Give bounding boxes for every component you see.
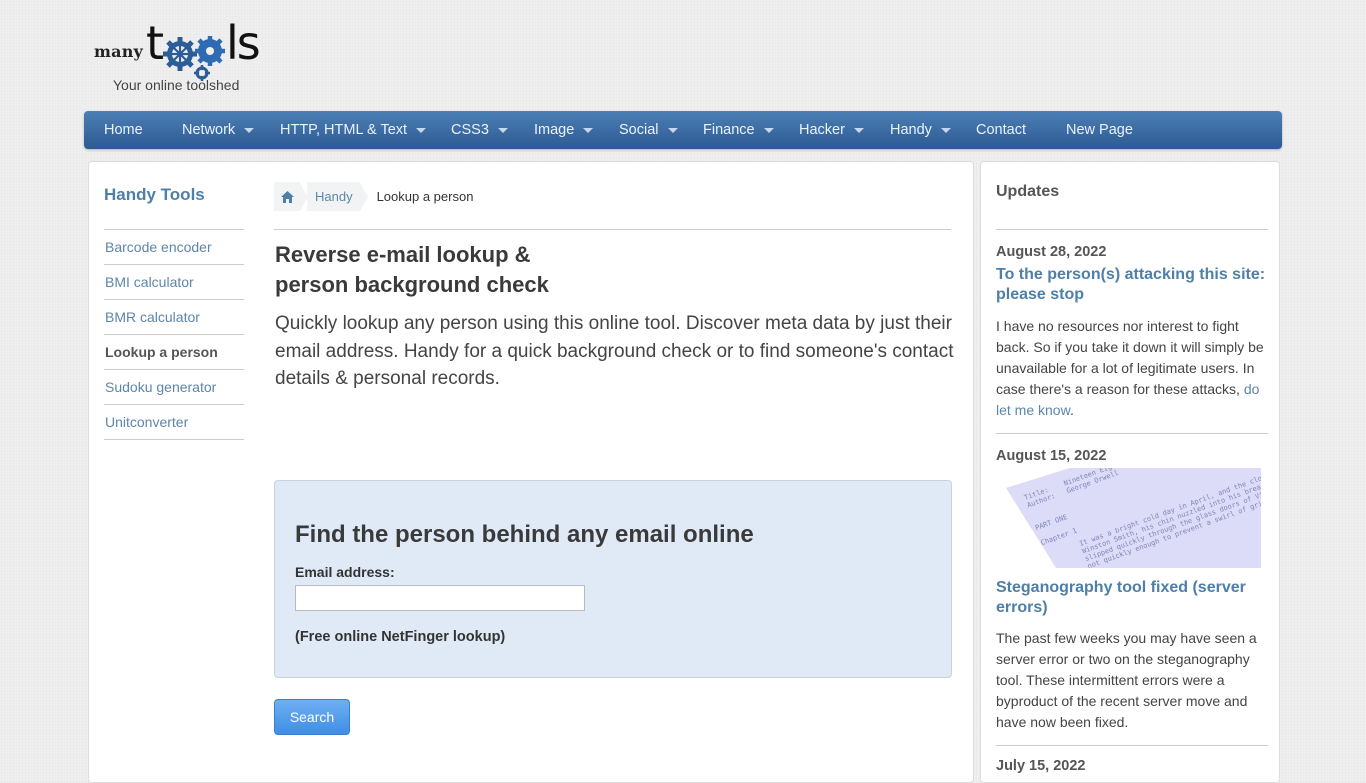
breadcrumb: Handy Lookup a person — [274, 182, 473, 211]
email-label: Email address: — [295, 564, 395, 580]
sidebar-menu: Barcode encoder BMI calculator BMR calcu… — [104, 229, 244, 440]
nav-handy-label: Handy — [890, 122, 932, 138]
caret-down-icon — [244, 127, 255, 133]
page-title: Reverse e-mail lookup & person backgroun… — [275, 240, 549, 300]
sidebar-title: Handy Tools — [104, 185, 205, 204]
nav-contact-label: Contact — [976, 122, 1026, 138]
nav-contact[interactable]: Contact — [976, 111, 1026, 149]
nav-home-label: Home — [104, 122, 143, 138]
lookup-form-box: Find the person behind any email online … — [274, 480, 952, 678]
nav-http-html-text-label: HTTP, HTML & Text — [280, 122, 408, 138]
divider — [996, 745, 1268, 746]
nav-network-label: Network — [182, 122, 236, 138]
post-body: The past few weeks you may have seen a s… — [996, 630, 1257, 730]
caret-down-icon — [667, 127, 678, 133]
post-date: August 28, 2022 — [996, 244, 1107, 260]
breadcrumb-home[interactable] — [274, 182, 300, 211]
nav-network[interactable]: Network — [182, 111, 255, 149]
divider — [996, 229, 1268, 230]
nav-finance[interactable]: Finance — [703, 111, 774, 149]
caret-down-icon — [416, 127, 427, 133]
post-thumbnail-image[interactable]: Title: Author: Nineteen Eighty-Four Geor… — [996, 468, 1261, 568]
breadcrumb-separator — [300, 182, 308, 211]
search-button[interactable]: Search — [274, 699, 350, 735]
steganography-preview-image: Title: Author: Nineteen Eighty-Four Geor… — [1006, 468, 1261, 568]
nav-social-label: Social — [619, 122, 659, 138]
logo-word-many: many — [94, 42, 144, 61]
caret-down-icon — [763, 127, 774, 133]
nav-css3[interactable]: CSS3 — [451, 111, 508, 149]
sidebar-item-unitconverter[interactable]: Unitconverter — [104, 405, 244, 440]
main-navbar: Home Network HTTP, HTML & Text CSS3 Imag… — [84, 111, 1282, 149]
post-date: July 15, 2022 — [996, 758, 1086, 774]
intro-text: Quickly lookup any person using this onl… — [275, 313, 954, 389]
netfinger-note: (Free online NetFinger lookup) — [295, 629, 506, 645]
nav-new-page[interactable]: New Page — [1066, 111, 1133, 149]
nav-handy[interactable]: Handy — [890, 111, 951, 149]
sidebar-item-sudoku-generator[interactable]: Sudoku generator — [104, 370, 244, 405]
nav-http-html-text[interactable]: HTTP, HTML & Text — [280, 111, 427, 149]
post-body-end: . — [1069, 402, 1074, 418]
nav-image[interactable]: Image — [534, 111, 594, 149]
nav-finance-label: Finance — [703, 122, 755, 138]
nav-hacker-label: Hacker — [799, 122, 845, 138]
lookup-heading: Find the person behind any email online — [295, 521, 754, 548]
email-input[interactable] — [295, 585, 585, 611]
caret-down-icon — [940, 127, 951, 133]
sidebar-item-bmr-calculator[interactable]: BMR calculator — [104, 300, 244, 335]
sidebar-item-bmi-calculator[interactable]: BMI calculator — [104, 265, 244, 300]
nav-new-page-label: New Page — [1066, 122, 1133, 138]
post-title-link[interactable]: To the person(s) attacking this site: pl… — [996, 265, 1268, 305]
page-title-line-1: Reverse e-mail lookup & — [275, 242, 531, 267]
gears-icon — [163, 36, 225, 81]
nav-home[interactable]: Home — [104, 111, 143, 149]
home-icon — [280, 190, 294, 203]
caret-down-icon — [853, 127, 864, 133]
divider — [274, 229, 951, 230]
breadcrumb-handy[interactable]: Handy — [307, 182, 360, 211]
site-tagline: Your online toolshed — [113, 77, 240, 93]
divider — [996, 433, 1268, 434]
breadcrumb-separator — [359, 182, 368, 211]
post-body: I have no resources nor interest to figh… — [996, 316, 1268, 421]
caret-down-icon — [583, 127, 594, 133]
nav-social[interactable]: Social — [619, 111, 678, 149]
updates-title: Updates — [996, 183, 1060, 200]
sidebar-item-lookup-a-person[interactable]: Lookup a person — [104, 335, 244, 370]
page-title-line-2: person background check — [275, 272, 549, 297]
nav-hacker[interactable]: Hacker — [799, 111, 864, 149]
post-title-link[interactable]: Steganography tool fixed (server errors) — [996, 578, 1268, 618]
nav-css3-label: CSS3 — [451, 122, 489, 138]
post-date: August 15, 2022 — [996, 448, 1107, 464]
post-body-text: I have no resources nor interest to figh… — [996, 318, 1264, 397]
breadcrumb-current: Lookup a person — [376, 189, 474, 204]
logo-letters-ls: ls — [226, 16, 261, 70]
nav-image-label: Image — [534, 122, 575, 138]
sidebar-item-barcode-encoder[interactable]: Barcode encoder — [104, 230, 244, 265]
caret-down-icon — [497, 127, 508, 133]
